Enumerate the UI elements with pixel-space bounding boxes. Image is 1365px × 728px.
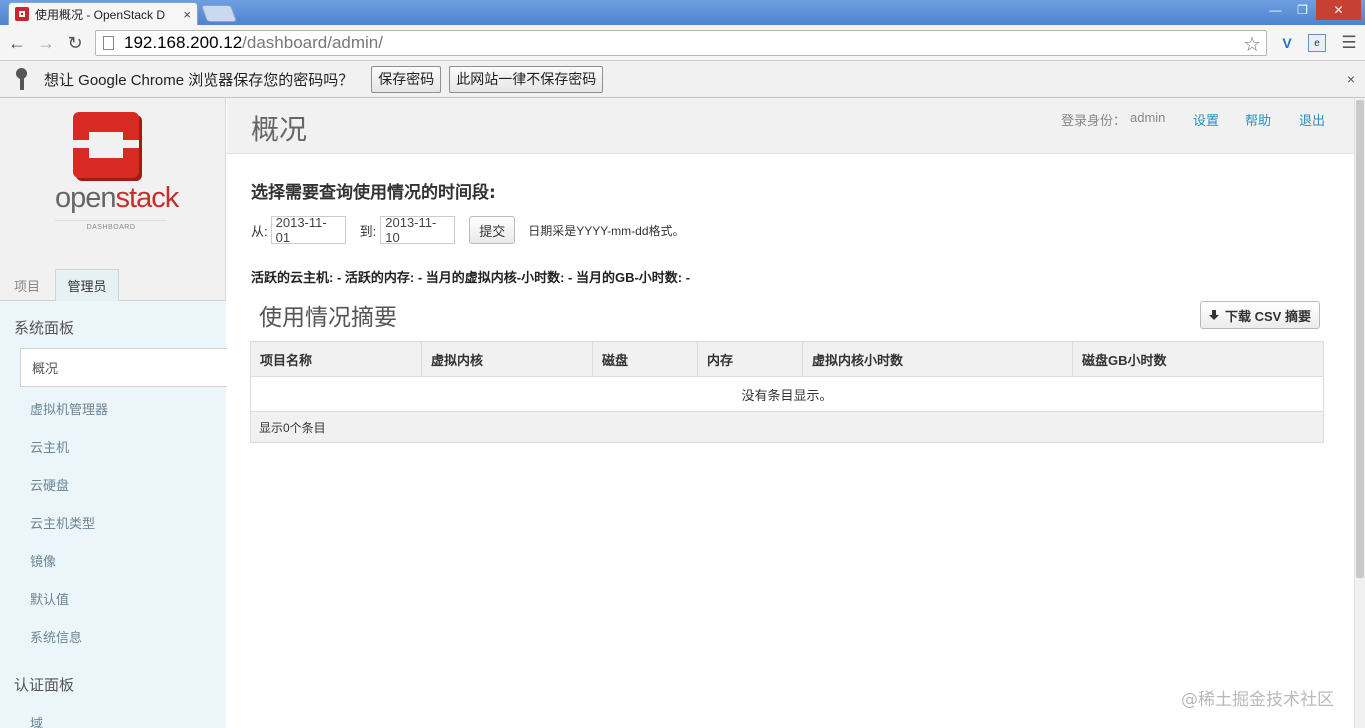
sidebar-item-volumes[interactable]: 云硬盘 — [30, 475, 69, 494]
to-label: 到: — [359, 223, 377, 239]
scrollbar-thumb[interactable] — [1356, 100, 1364, 578]
usage-stats: 活跃的云主机: - 活跃的内存: - 当月的虚拟内核-小时数: - 当月的GB-… — [251, 270, 691, 285]
menu-icon[interactable]: ☰ — [1340, 33, 1358, 52]
submit-button[interactable]: 提交 — [469, 216, 516, 244]
sidebar-item-overview[interactable]: 概况 — [20, 348, 227, 387]
sidebar: openstack DASHBOARD 项目 管理员 系统面板 概况 虚拟机管理… — [0, 98, 227, 728]
sidebar-item-defaults[interactable]: 默认值 — [30, 589, 69, 608]
date-range-form: 从: 2013-11-01 到: 2013-11-10 提交 日期采是YYYY-… — [251, 215, 685, 245]
help-link[interactable]: 帮助 — [1245, 110, 1271, 129]
logout-link[interactable]: 退出 — [1299, 110, 1325, 129]
new-tab-button[interactable] — [200, 5, 238, 22]
tab-title: 使用概况 - OpenStack D — [35, 7, 166, 22]
bookmark-star-icon[interactable]: ☆ — [1243, 32, 1261, 57]
page-icon — [103, 36, 114, 50]
column-header-vcpu-hours[interactable]: 虚拟内核小时数 — [803, 342, 1073, 377]
start-date-input[interactable]: 2013-11-01 — [270, 215, 346, 245]
date-range-heading: 选择需要查询使用情况的时间段: — [251, 183, 496, 203]
empty-table-message: 没有条目显示。 — [251, 377, 1323, 412]
infobar-message: 想让 Google Chrome 浏览器保存您的密码吗？ — [44, 71, 354, 89]
main-content: 概况 登录身份： admin 设置 帮助 退出 选择需要查询使用情况的时间段: … — [227, 98, 1354, 728]
openstack-cube-icon — [73, 112, 139, 178]
table-header-row: 项目名称 虚拟内核 磁盘 内存 虚拟内核小时数 磁盘GB小时数 — [251, 342, 1323, 377]
date-format-hint: 日期采是YYYY-mm-dd格式。 — [528, 223, 685, 238]
never-save-password-button[interactable]: 此网站一律不保存密码 — [449, 65, 604, 93]
openstack-logo[interactable]: openstack DASHBOARD — [55, 112, 179, 232]
reload-icon[interactable]: ↻ — [64, 32, 86, 54]
key-icon — [14, 68, 30, 90]
settings-link[interactable]: 设置 — [1193, 110, 1219, 129]
usage-table: 项目名称 虚拟内核 磁盘 内存 虚拟内核小时数 磁盘GB小时数 没有条目显示。 … — [250, 341, 1324, 443]
auth-panel-title: 认证面板 — [14, 677, 75, 694]
sidebar-item-domains[interactable]: 域 — [30, 713, 43, 728]
page-title: 概况 — [251, 113, 308, 146]
column-header-disk[interactable]: 磁盘 — [593, 342, 698, 377]
openstack-favicon-icon — [15, 7, 29, 21]
column-header-disk-gb-hours[interactable]: 磁盘GB小时数 — [1073, 342, 1323, 377]
password-infobar: 想让 Google Chrome 浏览器保存您的密码吗？ 保存密码 此网站一律不… — [0, 61, 1365, 98]
restore-icon[interactable]: ❐ — [1289, 0, 1316, 20]
logged-in-label: 登录身份： — [1061, 113, 1127, 128]
logged-in-user: admin — [1130, 110, 1166, 125]
window-controls: — ❐ ✕ — [1262, 0, 1361, 20]
logo-wordmark: openstack — [55, 182, 179, 214]
download-icon — [1209, 309, 1219, 321]
admin-panel: 系统面板 概况 虚拟机管理器 云主机 云硬盘 云主机类型 镜像 默认值 系统信息… — [0, 301, 227, 728]
browser-toolbar: ← → ↻ 192.168.200.12 /dashboard/admin/ ☆… — [0, 25, 1365, 61]
page-header: 概况 登录身份： admin 设置 帮助 退出 — [227, 98, 1354, 154]
sidebar-item-system-info[interactable]: 系统信息 — [30, 627, 82, 646]
forward-arrow-icon[interactable]: → — [35, 32, 57, 54]
watermark: @稀土掘金技术社区 — [1181, 690, 1334, 710]
tab-strip: 使用概况 - OpenStack D × — ❐ ✕ — [0, 0, 1365, 25]
from-label: 从: — [251, 223, 268, 239]
tab-admin[interactable]: 管理员 — [55, 269, 119, 302]
sidebar-tabs: 项目 管理员 — [0, 266, 226, 302]
usage-summary-title: 使用情况摘要 — [259, 305, 397, 331]
tab-close-icon[interactable]: × — [183, 7, 191, 22]
column-header-vcpus[interactable]: 虚拟内核 — [422, 342, 593, 377]
sidebar-item-instances[interactable]: 云主机 — [30, 437, 69, 456]
extension-page-icon[interactable]: e — [1308, 34, 1326, 52]
end-date-input[interactable]: 2013-11-10 — [380, 215, 456, 245]
sidebar-item-flavors[interactable]: 云主机类型 — [30, 513, 95, 532]
url-host: 192.168.200.12 — [124, 33, 243, 52]
download-csv-label: 下载 CSV 摘要 — [1225, 308, 1311, 324]
browser-tab[interactable]: 使用概况 - OpenStack D × — [8, 2, 198, 25]
minimize-icon[interactable]: — — [1262, 0, 1289, 20]
page-scrollbar[interactable] — [1354, 98, 1365, 728]
infobar-close-icon[interactable]: × — [1347, 71, 1355, 87]
address-bar[interactable]: 192.168.200.12 /dashboard/admin/ ☆ — [95, 30, 1267, 56]
table-footer: 显示0个条目 — [251, 412, 1323, 442]
logo-subtitle: DASHBOARD — [55, 220, 167, 231]
sidebar-item-hypervisors[interactable]: 虚拟机管理器 — [30, 399, 108, 418]
back-arrow-icon[interactable]: ← — [6, 32, 28, 54]
system-panel-title: 系统面板 — [14, 320, 75, 337]
window-close-icon[interactable]: ✕ — [1316, 0, 1361, 20]
sidebar-item-images[interactable]: 镜像 — [30, 551, 56, 570]
url-path: /dashboard/admin/ — [242, 33, 383, 52]
save-password-button[interactable]: 保存密码 — [371, 65, 442, 93]
column-header-ram[interactable]: 内存 — [698, 342, 803, 377]
column-header-project[interactable]: 项目名称 — [251, 342, 422, 377]
extension-v-icon[interactable]: V — [1278, 34, 1296, 52]
tab-project[interactable]: 项目 — [4, 269, 50, 302]
download-csv-button[interactable]: 下载 CSV 摘要 — [1200, 301, 1320, 329]
